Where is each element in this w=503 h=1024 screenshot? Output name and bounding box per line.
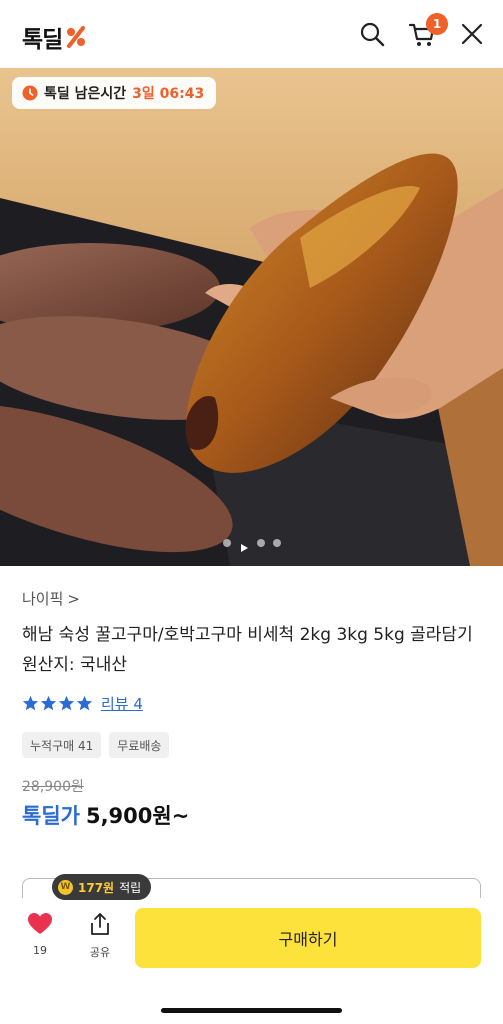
points-suffix: 적립 [119,880,142,895]
product-origin: 원산지: 국내산 [22,655,127,675]
video-play-icon[interactable] [239,538,249,552]
close-icon[interactable] [458,20,486,48]
search-icon[interactable] [358,20,386,48]
sweet-potato-photo [0,68,503,566]
timer-label: 톡딜 남은시간 [44,86,127,102]
logo-percent-icon [67,26,86,48]
price-row: 톡딜가 5,900원~ [22,800,482,830]
logo-text: 톡딜 [22,27,63,53]
buy-button[interactable]: 구매하기 [135,908,481,968]
points-tooltip: W 177원 적립 [52,874,152,900]
brand-name: 나이픽 [22,590,64,608]
star-icon [40,695,57,711]
cart-count-badge: 1 [426,13,448,35]
toktal-logo[interactable]: 톡딜 [22,20,88,54]
star-icon [58,695,75,711]
home-indicator [161,1008,342,1013]
share-icon [91,913,109,935]
review-link[interactable]: 리뷰 4 [101,693,143,714]
rating-row: 리뷰 4 [22,693,482,714]
clock-icon [22,85,38,101]
carousel-indicator [0,538,503,552]
share-label: 공유 [89,946,111,959]
points-amount: 177원 [78,880,115,895]
product-info: 나이픽 > 해남 숙성 꿀고구마/호박고구마 비세척 2kg 3kg 5kg 골… [22,588,482,830]
original-price: 28,900원 [22,779,84,795]
rating-stars [22,695,93,712]
carousel-dot[interactable] [256,539,265,547]
deal-price-label: 톡딜가 [22,804,80,828]
timer-value: 3일 06:43 [132,86,205,102]
product-image[interactable] [0,68,503,566]
carousel-dot[interactable] [272,539,281,547]
like-count: 19 [33,944,47,957]
chevron-right-icon: > [67,589,80,608]
product-title: 해남 숙성 꿀고구마/호박고구마 비세척 2kg 3kg 5kg 골라담기 [22,625,473,645]
free-shipping-tag: 무료배송 [109,732,170,758]
share-button[interactable]: 공유 [82,912,118,960]
top-header: 톡딜 1 [0,0,503,68]
star-icon [76,695,93,711]
brand-link[interactable]: 나이픽 > [22,588,482,609]
like-button[interactable]: 19 [22,912,58,957]
star-icon [22,695,39,711]
deal-price: 5,900원~ [85,804,190,828]
carousel-dot[interactable] [222,539,231,547]
coin-icon: W [58,879,73,895]
product-tags: 누적구매 41 무료배송 [22,732,482,758]
purchase-count-tag: 누적구매 41 [22,732,102,758]
deal-timer: 톡딜 남은시간 3일 06:43 [12,77,217,109]
heart-icon [28,913,52,934]
